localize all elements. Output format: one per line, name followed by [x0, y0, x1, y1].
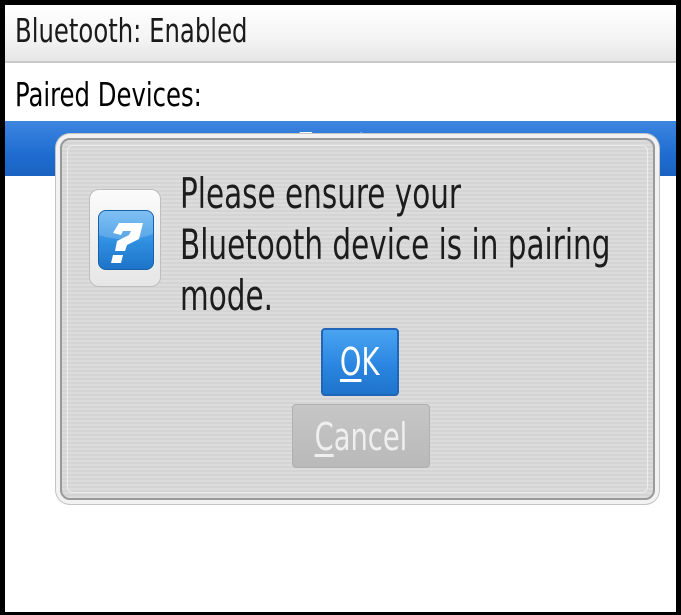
dialog-message-line: mode. — [180, 271, 273, 320]
question-help-icon — [89, 189, 161, 287]
cancel-button-label: Cancel — [315, 405, 408, 469]
ok-button-mnemonic: O — [340, 340, 362, 384]
dialog-message: Please ensure your Bluetooth device is i… — [180, 168, 617, 321]
dialog-message-line: Please ensure your — [180, 169, 462, 218]
ok-button[interactable]: OK — [321, 328, 399, 396]
device-screen: Bluetooth: Enabled Paired Devices: « Emp… — [0, 0, 681, 615]
status-bar: Bluetooth: Enabled — [5, 5, 676, 63]
cancel-button[interactable]: Cancel — [292, 404, 430, 468]
ok-button-label: OK — [340, 330, 379, 394]
pairing-mode-dialog: Please ensure your Bluetooth device is i… — [60, 138, 655, 500]
dialog-message-line: Bluetooth device is in pairing — [180, 220, 611, 269]
question-mark-icon — [98, 210, 154, 270]
cancel-button-label-rest: ancel — [333, 415, 408, 459]
ok-button-label-rest: K — [361, 340, 380, 384]
paired-devices-label: Paired Devices: — [15, 75, 202, 114]
cancel-button-mnemonic: C — [314, 415, 334, 459]
bluetooth-status-text: Bluetooth: Enabled — [15, 11, 248, 50]
